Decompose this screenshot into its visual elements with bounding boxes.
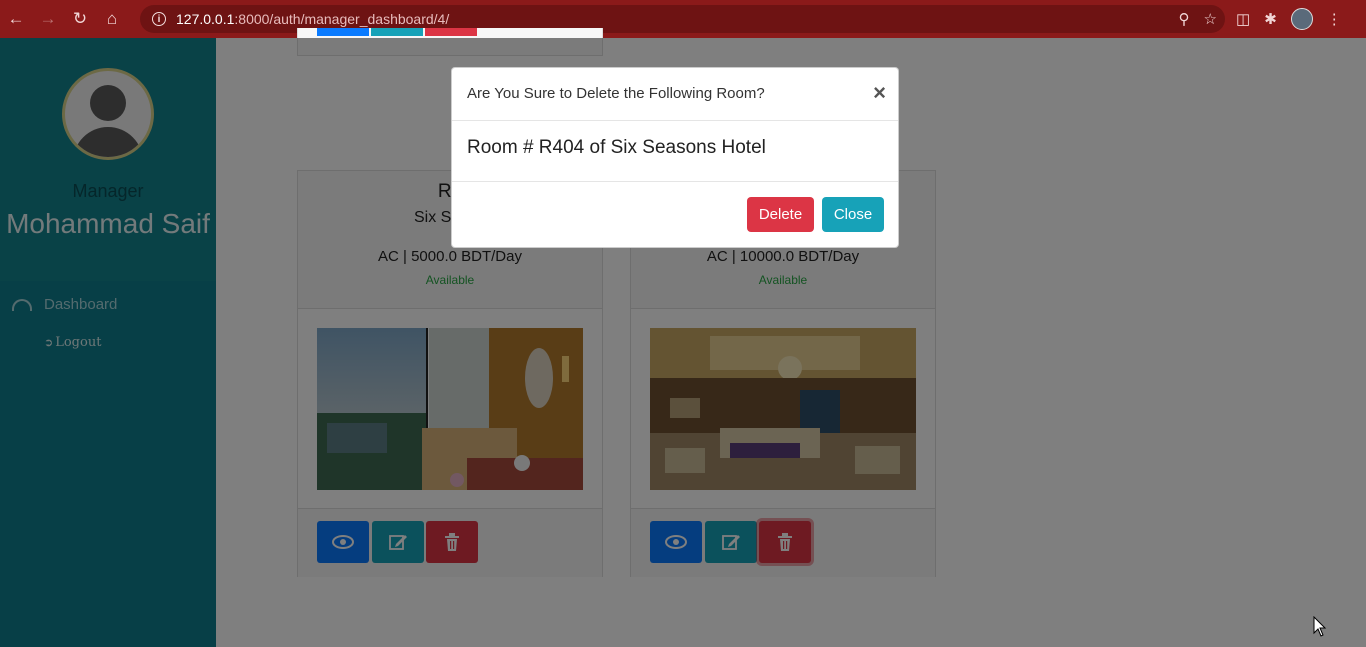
close-icon[interactable]: × <box>873 80 886 106</box>
forward-icon[interactable]: → <box>32 0 64 38</box>
site-info-icon[interactable]: i <box>152 12 166 26</box>
profile-avatar[interactable] <box>1290 8 1313 30</box>
view-button[interactable] <box>317 28 369 36</box>
reload-icon[interactable]: ↻ <box>64 0 96 38</box>
zoom-icon[interactable]: ⚲ <box>1179 10 1190 28</box>
modal-title: Are You Sure to Delete the Following Roo… <box>467 85 765 102</box>
url-path: :8000/auth/manager_dashboard/4/ <box>234 11 450 27</box>
extensions-icon[interactable]: ✱ <box>1264 10 1277 28</box>
menu-kebab-icon[interactable]: ⋮ <box>1327 10 1342 28</box>
mouse-pointer-icon <box>1313 616 1327 637</box>
browser-toolbar: ← → ↻ ⌂ i 127.0.0.1:8000/auth/manager_da… <box>0 0 1366 38</box>
modal-message: Room # R404 of Six Seasons Hotel <box>467 137 766 158</box>
delete-button[interactable] <box>425 28 477 36</box>
modal-footer: Delete Close <box>452 182 898 248</box>
delete-room-modal: Are You Sure to Delete the Following Roo… <box>451 67 899 248</box>
bookmark-star-icon[interactable]: ☆ <box>1204 10 1217 28</box>
modal-header: Are You Sure to Delete the Following Roo… <box>452 68 898 121</box>
home-icon[interactable]: ⌂ <box>96 0 128 38</box>
close-button[interactable]: Close <box>822 197 884 232</box>
edit-button[interactable] <box>371 28 423 36</box>
reading-list-icon[interactable]: ◫ <box>1236 10 1250 28</box>
confirm-delete-button[interactable]: Delete <box>747 197 814 232</box>
modal-body: Room # R404 of Six Seasons Hotel <box>452 121 898 182</box>
url-host: 127.0.0.1 <box>176 11 235 27</box>
back-icon[interactable]: ← <box>0 0 32 38</box>
